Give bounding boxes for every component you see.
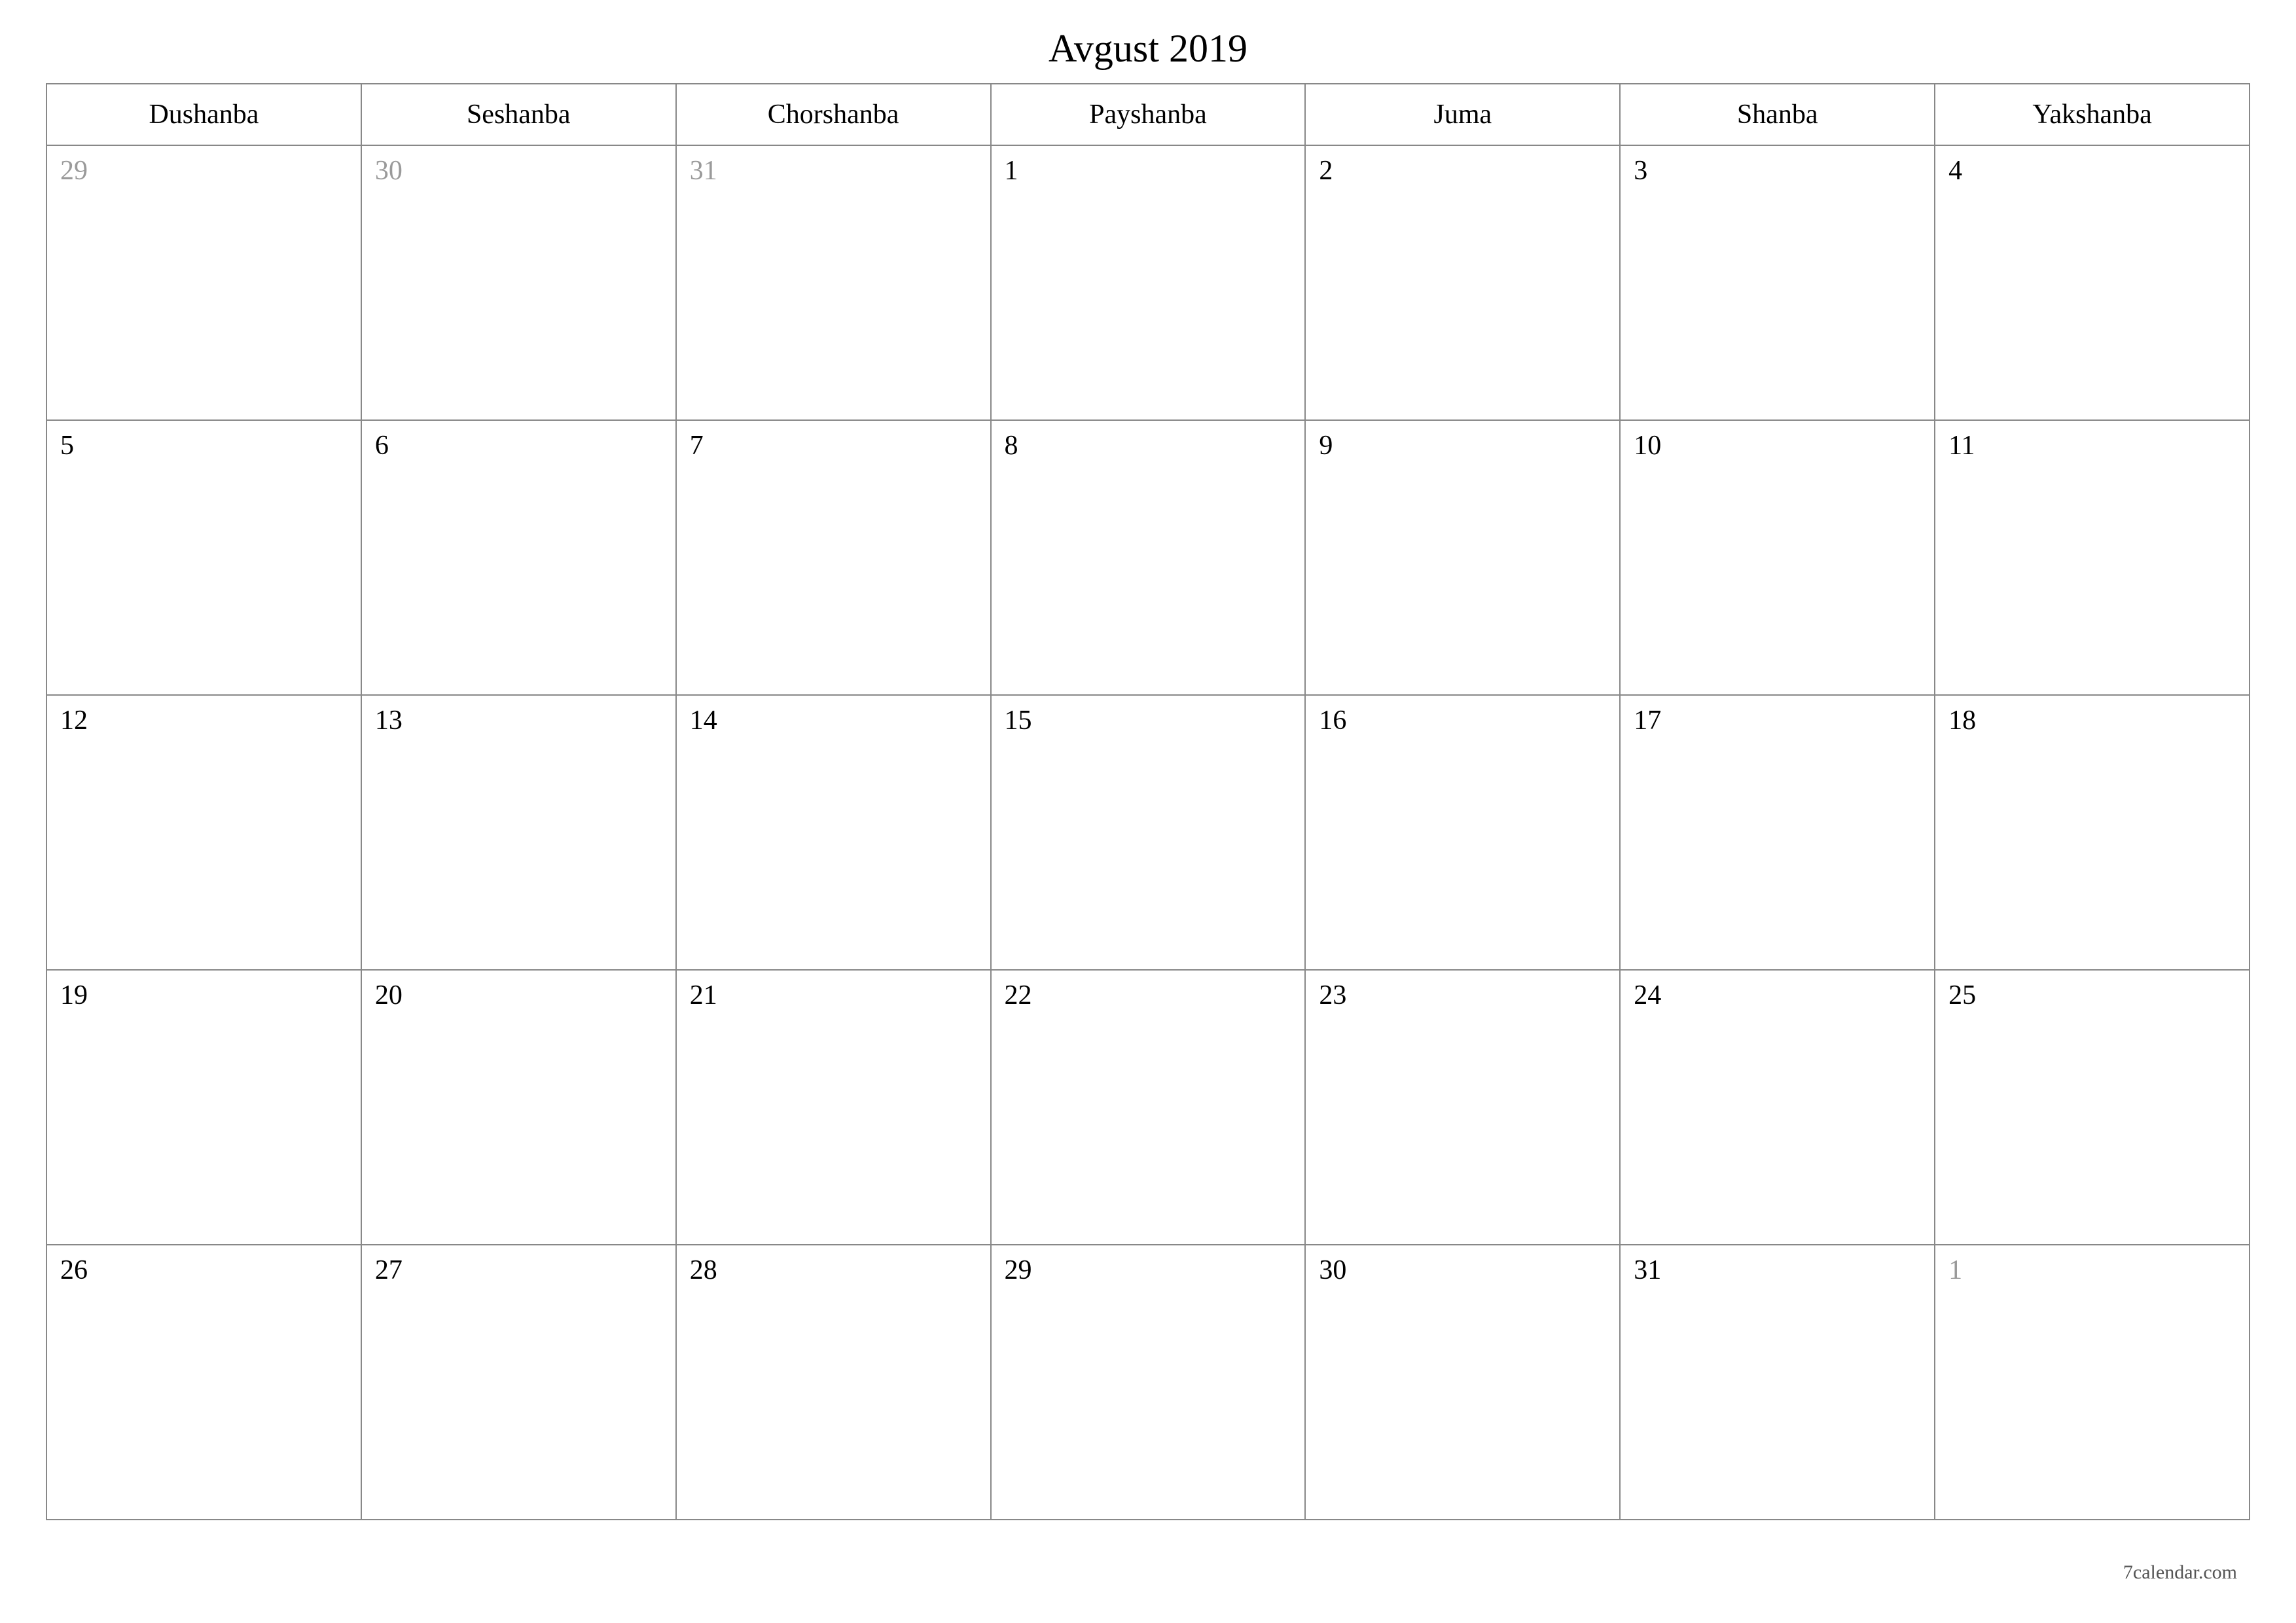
calendar-day-cell: 24 xyxy=(1620,970,1935,1245)
calendar-day-cell: 11 xyxy=(1935,420,2250,695)
calendar-day-cell: 14 xyxy=(676,695,991,970)
calendar-day-cell: 1 xyxy=(991,145,1306,420)
footer-credit: 7calendar.com xyxy=(2123,1561,2237,1584)
calendar-day-cell: 28 xyxy=(676,1245,991,1520)
calendar-day-cell: 8 xyxy=(991,420,1306,695)
calendar-day-cell: 7 xyxy=(676,420,991,695)
calendar-day-cell: 1 xyxy=(1935,1245,2250,1520)
calendar-week-row: 26 27 28 29 30 31 1 xyxy=(46,1245,2250,1520)
calendar-day-cell: 3 xyxy=(1620,145,1935,420)
weekday-header: Juma xyxy=(1305,84,1620,145)
calendar-day-cell: 20 xyxy=(361,970,676,1245)
calendar-day-cell: 5 xyxy=(46,420,361,695)
calendar-day-cell: 15 xyxy=(991,695,1306,970)
calendar-day-cell: 19 xyxy=(46,970,361,1245)
calendar-day-cell: 30 xyxy=(1305,1245,1620,1520)
calendar-day-cell: 4 xyxy=(1935,145,2250,420)
weekday-header-row: Dushanba Seshanba Chorshanba Payshanba J… xyxy=(46,84,2250,145)
calendar-week-row: 19 20 21 22 23 24 25 xyxy=(46,970,2250,1245)
calendar-day-cell: 26 xyxy=(46,1245,361,1520)
calendar-day-cell: 25 xyxy=(1935,970,2250,1245)
calendar-day-cell: 22 xyxy=(991,970,1306,1245)
calendar-week-row: 5 6 7 8 9 10 11 xyxy=(46,420,2250,695)
weekday-header: Yakshanba xyxy=(1935,84,2250,145)
calendar-day-cell: 30 xyxy=(361,145,676,420)
calendar-day-cell: 29 xyxy=(991,1245,1306,1520)
calendar-day-cell: 18 xyxy=(1935,695,2250,970)
calendar-day-cell: 27 xyxy=(361,1245,676,1520)
calendar-day-cell: 10 xyxy=(1620,420,1935,695)
calendar-day-cell: 6 xyxy=(361,420,676,695)
calendar-title: Avgust 2019 xyxy=(46,26,2250,71)
calendar-day-cell: 29 xyxy=(46,145,361,420)
calendar-day-cell: 2 xyxy=(1305,145,1620,420)
calendar-day-cell: 12 xyxy=(46,695,361,970)
calendar-table: Dushanba Seshanba Chorshanba Payshanba J… xyxy=(46,83,2250,1520)
calendar-day-cell: 21 xyxy=(676,970,991,1245)
weekday-header: Chorshanba xyxy=(676,84,991,145)
weekday-header: Dushanba xyxy=(46,84,361,145)
weekday-header: Shanba xyxy=(1620,84,1935,145)
calendar-day-cell: 23 xyxy=(1305,970,1620,1245)
calendar-day-cell: 9 xyxy=(1305,420,1620,695)
calendar-week-row: 12 13 14 15 16 17 18 xyxy=(46,695,2250,970)
calendar-day-cell: 13 xyxy=(361,695,676,970)
calendar-day-cell: 31 xyxy=(1620,1245,1935,1520)
calendar-day-cell: 17 xyxy=(1620,695,1935,970)
weekday-header: Payshanba xyxy=(991,84,1306,145)
calendar-week-row: 29 30 31 1 2 3 4 xyxy=(46,145,2250,420)
calendar-day-cell: 16 xyxy=(1305,695,1620,970)
calendar-body: 29 30 31 1 2 3 4 5 6 7 8 9 10 11 12 13 1… xyxy=(46,145,2250,1520)
weekday-header: Seshanba xyxy=(361,84,676,145)
calendar-day-cell: 31 xyxy=(676,145,991,420)
